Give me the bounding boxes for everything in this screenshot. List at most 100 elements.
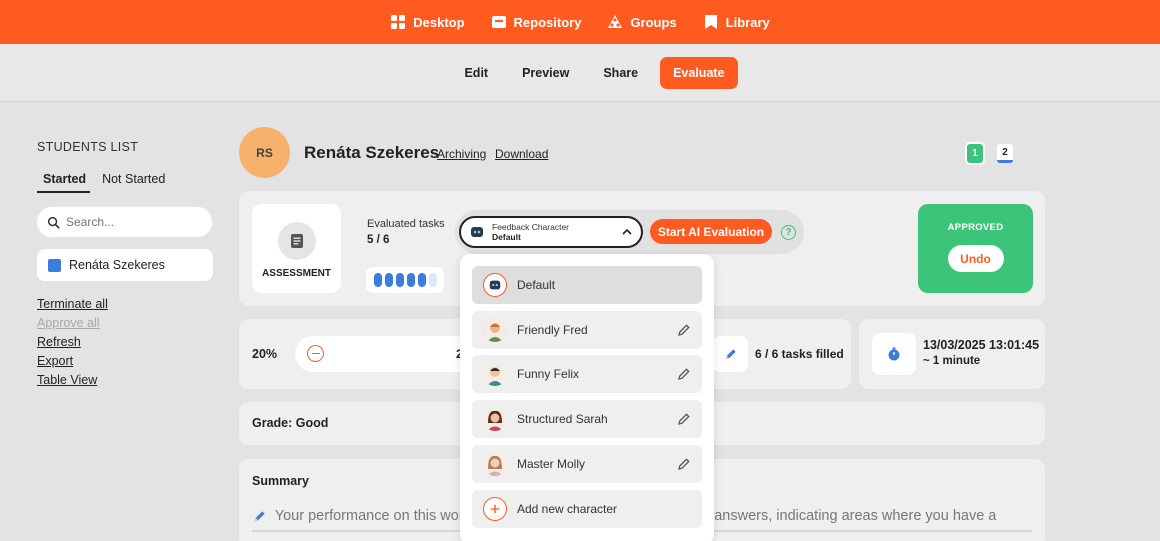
select-text: Feedback Character Default bbox=[492, 222, 569, 242]
tab-edit[interactable]: Edit bbox=[452, 58, 500, 88]
tab-share[interactable]: Share bbox=[591, 58, 650, 88]
character-option-friendly-fred[interactable]: Friendly Fred bbox=[472, 311, 702, 349]
edit-pencil-icon[interactable] bbox=[677, 457, 691, 471]
terminate-all-link[interactable]: Terminate all bbox=[37, 297, 217, 311]
summary-title: Summary bbox=[252, 474, 309, 488]
character-option-label: Friendly Fred bbox=[517, 323, 588, 337]
task-dot bbox=[374, 273, 382, 287]
character-dropdown: Default Friendly Fred Funny Felix Struct… bbox=[460, 254, 714, 541]
avatar bbox=[483, 318, 507, 342]
page-2-badge[interactable]: 2 bbox=[997, 144, 1013, 163]
plus-icon bbox=[483, 497, 507, 521]
nav-repository[interactable]: Repository bbox=[491, 14, 582, 30]
start-ai-evaluation-button[interactable]: Start AI Evaluation bbox=[650, 219, 772, 244]
avatar bbox=[483, 407, 507, 431]
character-option-label: Structured Sarah bbox=[517, 412, 608, 426]
bookmark-icon bbox=[704, 15, 717, 29]
task-dot bbox=[396, 273, 404, 287]
character-option-label: Add new character bbox=[517, 502, 618, 516]
undo-button[interactable]: Undo bbox=[947, 245, 1004, 272]
robot-icon bbox=[471, 227, 483, 237]
avatar bbox=[483, 452, 507, 476]
top-navigation: Desktop Repository Groups Library bbox=[0, 0, 1160, 44]
archiving-link[interactable]: Archiving bbox=[437, 147, 486, 161]
feedback-character-select[interactable]: Feedback Character Default bbox=[459, 216, 643, 248]
task-progress-dots bbox=[366, 267, 444, 293]
export-link[interactable]: Export bbox=[37, 354, 217, 368]
students-list-title: STUDENTS LIST bbox=[37, 140, 139, 154]
chevron-up-icon bbox=[622, 228, 632, 235]
task-dot bbox=[407, 273, 415, 287]
page-1-badge[interactable]: 1 bbox=[967, 144, 983, 163]
box-icon bbox=[491, 16, 506, 28]
character-option-structured-sarah[interactable]: Structured Sarah bbox=[472, 400, 702, 438]
summary-text-left: Your performance on this worl bbox=[274, 508, 467, 524]
evaluated-tasks-label: Evaluated tasks bbox=[367, 218, 445, 230]
select-title: Feedback Character bbox=[492, 222, 570, 232]
edit-pencil-icon[interactable] bbox=[677, 412, 691, 426]
download-link[interactable]: Download bbox=[495, 147, 548, 161]
pencil-icon bbox=[712, 336, 748, 372]
student-avatar: RS bbox=[239, 127, 290, 178]
document-icon bbox=[277, 222, 316, 260]
select-value: Default bbox=[492, 232, 521, 242]
approve-all-link[interactable]: Approve all bbox=[37, 316, 217, 330]
nav-library-label: Library bbox=[725, 14, 770, 30]
edit-pencil-icon[interactable] bbox=[677, 323, 691, 337]
nav-groups[interactable]: Groups bbox=[607, 14, 677, 30]
grade-label: Grade: bbox=[252, 416, 293, 430]
nav-groups-label: Groups bbox=[630, 14, 677, 30]
student-filters: Started Not Started bbox=[37, 172, 217, 193]
nav-desktop[interactable]: Desktop bbox=[390, 14, 465, 30]
add-new-character-option[interactable]: Add new character bbox=[472, 490, 702, 528]
task-dot bbox=[418, 273, 426, 287]
students-sidebar: STUDENTS LIST Started Not Started Renáta… bbox=[37, 140, 217, 387]
help-icon[interactable]: ? bbox=[781, 225, 796, 240]
student-search bbox=[37, 207, 212, 237]
nav-library[interactable]: Library bbox=[703, 14, 770, 30]
character-option-label: Funny Felix bbox=[517, 367, 580, 381]
character-option-label: Default bbox=[517, 278, 556, 292]
sub-navigation: Edit Preview Share Evaluate bbox=[0, 44, 1160, 102]
grade-row: Grade: Good bbox=[252, 416, 328, 430]
robot-icon bbox=[483, 273, 507, 297]
assessment-label: ASSESSMENT bbox=[262, 268, 331, 279]
grid-icon bbox=[391, 15, 406, 29]
character-option-master-molly[interactable]: Master Molly bbox=[472, 445, 702, 483]
summary-text-right: ct answers, indicating areas where you h… bbox=[698, 508, 997, 524]
character-option-default[interactable]: Default bbox=[472, 266, 702, 304]
student-list-item[interactable]: Renáta Szekeres bbox=[37, 249, 213, 281]
student-color-marker bbox=[48, 258, 61, 272]
task-dot bbox=[385, 273, 393, 287]
score-percent: 20% bbox=[252, 347, 278, 361]
tab-preview[interactable]: Preview bbox=[510, 58, 581, 88]
search-input[interactable] bbox=[66, 215, 196, 229]
assessment-tile[interactable]: ASSESSMENT bbox=[252, 204, 341, 293]
task-dot bbox=[429, 273, 437, 287]
filter-not-started[interactable]: Not Started bbox=[102, 172, 165, 193]
search-icon bbox=[47, 216, 60, 228]
character-option-label: Master Molly bbox=[517, 457, 586, 471]
tab-evaluate[interactable]: Evaluate bbox=[660, 56, 738, 89]
groups-icon bbox=[608, 15, 623, 28]
avatar bbox=[483, 362, 507, 386]
approval-status-card: APPROVED Undo bbox=[918, 204, 1033, 293]
filter-started[interactable]: Started bbox=[37, 172, 91, 193]
minus-icon[interactable] bbox=[307, 345, 324, 362]
refresh-link[interactable]: Refresh bbox=[37, 335, 217, 349]
grade-value: Good bbox=[295, 416, 329, 430]
student-name: Renáta Szekeres bbox=[304, 143, 440, 162]
table-view-link[interactable]: Table View bbox=[37, 373, 217, 387]
stopwatch-icon bbox=[872, 333, 916, 375]
nav-repository-label: Repository bbox=[513, 14, 582, 30]
tasks-filled: 6 / 6 tasks filled bbox=[755, 347, 844, 361]
student-list-name: Renáta Szekeres bbox=[69, 258, 165, 272]
submission-duration: ~ 1 minute bbox=[923, 355, 981, 367]
pencil-icon bbox=[254, 511, 265, 521]
character-option-funny-felix[interactable]: Funny Felix bbox=[472, 355, 702, 393]
sidebar-actions: Terminate all Approve all Refresh Export… bbox=[37, 297, 217, 387]
approved-label: APPROVED bbox=[947, 222, 1004, 233]
evaluated-tasks-value: 5 / 6 bbox=[367, 234, 390, 246]
nav-desktop-label: Desktop bbox=[413, 14, 465, 30]
edit-pencil-icon[interactable] bbox=[677, 367, 691, 381]
